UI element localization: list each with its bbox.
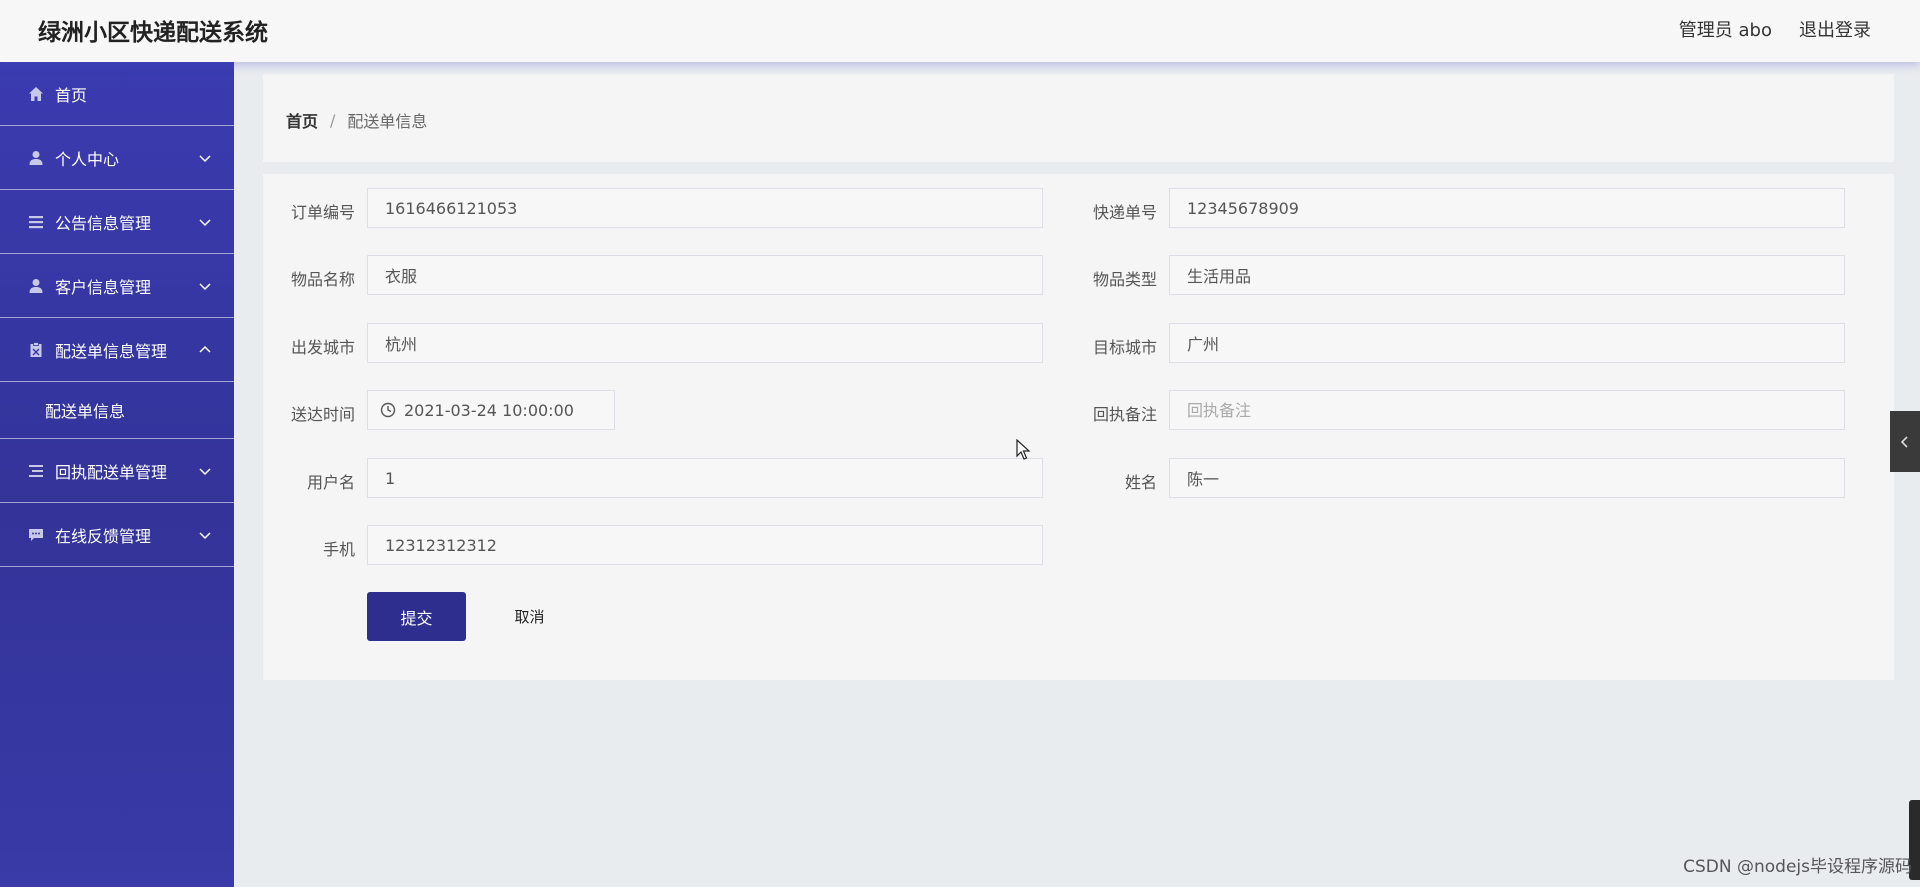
top-bar: 绿洲小区快递配送系统 管理员 abo 退出登录 <box>0 0 1920 62</box>
sidebar-item-feedback[interactable]: 在线反馈管理 <box>0 503 234 567</box>
chevron-down-icon <box>199 218 211 226</box>
mouse-cursor-icon <box>1016 439 1031 460</box>
home-icon <box>27 85 45 103</box>
chevron-down-icon <box>199 467 211 475</box>
sidebar-item-label: 个人中心 <box>55 149 120 169</box>
username-label: 用户名 <box>306 473 355 492</box>
submit-button[interactable]: 提交 <box>367 592 466 641</box>
delivery-time-label: 送达时间 <box>290 405 355 424</box>
sidebar-item-customers[interactable]: 客户信息管理 <box>0 254 234 318</box>
sidebar-item-receipts[interactable]: 回执配送单管理 <box>0 439 234 503</box>
from-city-label: 出发城市 <box>290 338 355 357</box>
sidebar: 首页 个人中心 公告信息管理 客户信息管理 配送单信息管理 配送单信息 回执配送… <box>0 62 234 887</box>
to-city-input[interactable] <box>1169 323 1845 363</box>
breadcrumb-separator: / <box>330 110 336 130</box>
sidebar-item-home[interactable]: 首页 <box>0 62 234 126</box>
sidebar-item-label: 在线反馈管理 <box>55 526 152 546</box>
name-label: 姓名 <box>1124 473 1157 492</box>
item-name-input[interactable] <box>367 255 1043 295</box>
user-icon <box>27 277 45 295</box>
sidebar-item-label: 客户信息管理 <box>55 277 152 297</box>
chevron-left-icon <box>1900 435 1908 448</box>
clipboard-icon <box>27 341 45 359</box>
chevron-up-icon <box>199 345 211 353</box>
item-type-input[interactable] <box>1169 255 1845 295</box>
receipt-note-input[interactable] <box>1169 390 1845 430</box>
cancel-button[interactable]: 取消 <box>480 592 579 641</box>
express-no-label: 快递单号 <box>1092 203 1157 222</box>
express-no-input[interactable] <box>1169 188 1845 228</box>
sidebar-subitem-delivery-info[interactable]: 配送单信息 <box>0 382 234 439</box>
logout-link[interactable]: 退出登录 <box>1799 16 1871 42</box>
username-input[interactable] <box>367 458 1043 498</box>
phone-input[interactable] <box>367 525 1043 565</box>
menu-icon <box>27 462 45 480</box>
sidebar-item-label: 首页 <box>55 85 88 105</box>
delivery-form: 订单编号 快递单号 物品名称 物品类型 出发城市 目标城市 送达时间 2021-… <box>263 174 1894 680</box>
admin-user-label[interactable]: 管理员 abo <box>1679 16 1772 42</box>
side-panel-toggle[interactable] <box>1890 411 1920 472</box>
message-icon <box>27 526 45 544</box>
sidebar-item-delivery-orders[interactable]: 配送单信息管理 <box>0 318 234 382</box>
to-city-label: 目标城市 <box>1092 338 1157 357</box>
sidebar-subitem-label: 配送单信息 <box>45 402 126 421</box>
breadcrumb-home[interactable]: 首页 <box>286 108 318 132</box>
breadcrumb-card: 首页 / 配送单信息 <box>263 74 1894 162</box>
delivery-time-picker[interactable]: 2021-03-24 10:00:00 <box>367 390 615 430</box>
order-no-label: 订单编号 <box>290 203 355 222</box>
breadcrumb: 首页 / 配送单信息 <box>286 108 427 132</box>
sidebar-item-personal-center[interactable]: 个人中心 <box>0 126 234 190</box>
sidebar-item-announcements[interactable]: 公告信息管理 <box>0 190 234 254</box>
order-no-input[interactable] <box>367 188 1043 228</box>
receipt-note-label: 回执备注 <box>1092 405 1157 424</box>
list-icon <box>27 213 45 231</box>
sidebar-item-label: 回执配送单管理 <box>55 462 168 482</box>
chevron-down-icon <box>199 531 211 539</box>
app-title: 绿洲小区快递配送系统 <box>38 20 268 46</box>
from-city-input[interactable] <box>367 323 1043 363</box>
top-right-actions: 管理员 abo 退出登录 <box>1679 16 1871 42</box>
chevron-down-icon <box>199 282 211 290</box>
user-icon <box>27 149 45 167</box>
sidebar-item-label: 公告信息管理 <box>55 213 152 233</box>
delivery-time-value: 2021-03-24 10:00:00 <box>404 400 574 420</box>
clock-icon <box>380 402 396 418</box>
chevron-down-icon <box>199 154 211 162</box>
item-name-label: 物品名称 <box>290 270 355 289</box>
item-type-label: 物品类型 <box>1092 270 1157 289</box>
watermark: CSDN @nodejs毕设程序源码 <box>1683 857 1912 877</box>
breadcrumb-current: 配送单信息 <box>347 112 428 131</box>
name-input[interactable] <box>1169 458 1845 498</box>
sidebar-item-label: 配送单信息管理 <box>55 341 168 361</box>
phone-label: 手机 <box>322 540 355 559</box>
